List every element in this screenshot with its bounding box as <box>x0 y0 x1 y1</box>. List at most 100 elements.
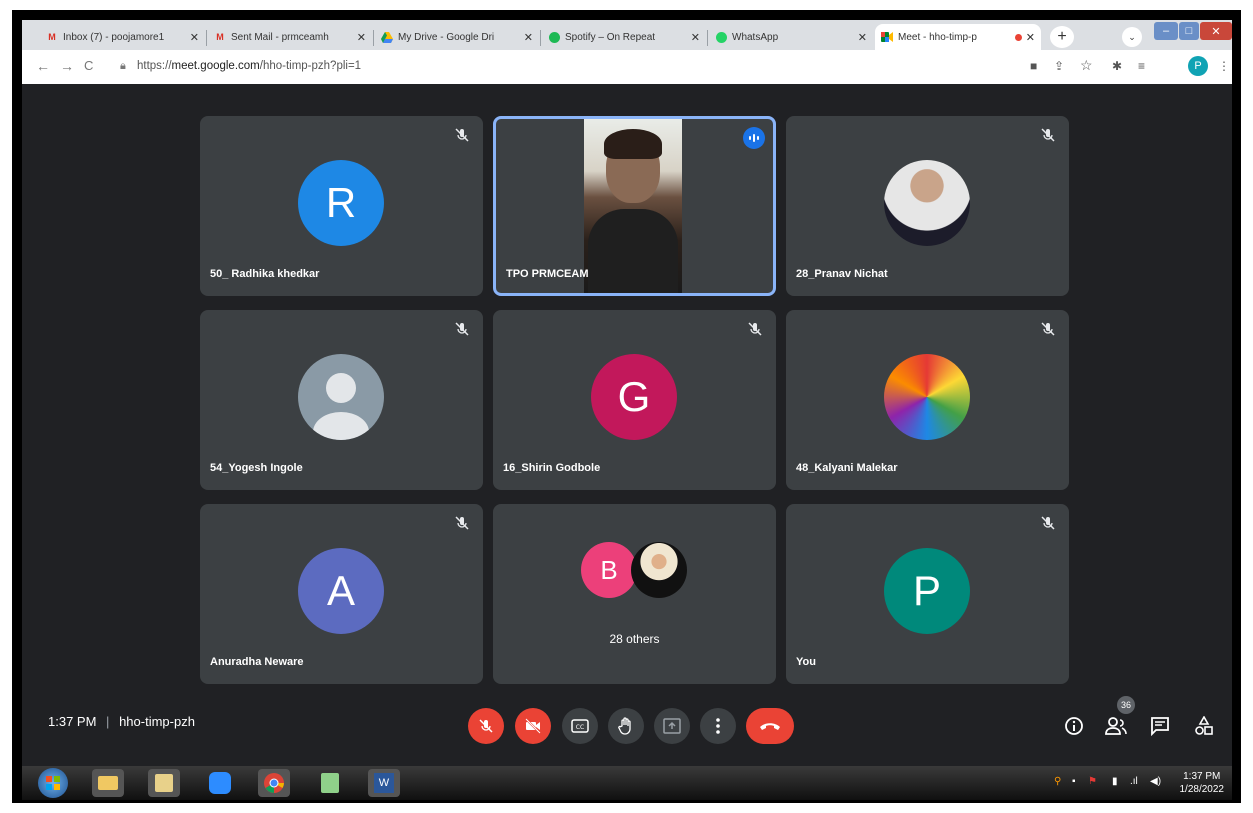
present-screen-button[interactable] <box>654 708 690 744</box>
taskbar-app[interactable]: W <box>368 769 400 797</box>
tab-my-drive[interactable]: My Drive - Google Dri ✕ <box>375 24 539 50</box>
volume-icon[interactable]: ◀) <box>1150 776 1161 787</box>
gmail-icon: M <box>48 32 56 42</box>
participant-name: TPO PRMCEAM <box>506 268 589 280</box>
divider: | <box>106 714 110 729</box>
url-domain: meet.google.com <box>171 60 260 72</box>
folder-icon <box>98 776 118 790</box>
tab-sent-mail[interactable]: M Sent Mail - prmceamh ✕ <box>208 24 372 50</box>
close-icon[interactable]: ✕ <box>1026 31 1035 44</box>
others-tile[interactable]: B 28 others <box>493 504 776 684</box>
extensions-icon[interactable]: ✱ <box>1112 59 1122 73</box>
taskbar-app[interactable] <box>148 769 180 797</box>
meeting-time: 1:37 PM <box>48 714 97 729</box>
gmail-icon: M <box>216 32 224 42</box>
participant-tile[interactable]: G 16_Shirin Godbole <box>493 310 776 490</box>
url-path: /hho-timp-pzh?pli=1 <box>259 60 362 72</box>
reload-icon[interactable]: C <box>84 58 93 73</box>
tab-whatsapp[interactable]: WhatsApp ✕ <box>709 24 873 50</box>
window-close-button[interactable]: ✕ <box>1200 22 1232 40</box>
zoom-icon <box>209 772 231 794</box>
camera-toggle-button[interactable] <box>515 708 551 744</box>
chat-button[interactable] <box>1148 714 1172 738</box>
tab-label: Meet - hho-timp-p <box>898 31 977 43</box>
tab-label: Sent Mail - prmceamh <box>231 31 329 43</box>
participant-tile[interactable]: 28_Pranav Nichat <box>786 116 1069 296</box>
clock-time: 1:37 PM <box>1183 771 1221 782</box>
avatar: R <box>298 160 384 246</box>
file-explorer-icon <box>155 774 173 792</box>
participant-video <box>584 119 682 293</box>
browser-toolbar: ← → C 🔒︎ https://meet.google.com/hho-tim… <box>22 50 1232 85</box>
whatsapp-icon <box>715 31 727 43</box>
tab-meet[interactable]: Meet - hho-timp-p ✕ <box>875 24 1041 50</box>
system-clock[interactable]: 1:37 PM 1/28/2022 <box>1180 770 1225 796</box>
tab-label: Inbox (7) - poojamore1 <box>63 31 165 43</box>
close-icon: ✕ <box>1211 25 1221 38</box>
tab-label: My Drive - Google Dri <box>398 31 495 43</box>
activities-button[interactable] <box>1192 714 1216 738</box>
network-tray-icon[interactable]: ▪ <box>1072 776 1076 787</box>
close-icon[interactable]: ✕ <box>858 31 867 44</box>
leave-call-button[interactable] <box>746 708 794 744</box>
menu-icon[interactable]: ⋮ <box>1218 59 1230 73</box>
participant-tile-speaking[interactable]: TPO PRMCEAM <box>493 116 776 296</box>
mic-off-icon <box>1039 126 1057 144</box>
maximize-button[interactable]: □ <box>1179 22 1199 40</box>
tab-label: WhatsApp <box>732 31 779 43</box>
bookmark-star-icon[interactable]: ☆ <box>1080 57 1093 74</box>
tab-search-button[interactable]: ⌄ <box>1122 27 1142 47</box>
participant-name: You <box>796 656 816 668</box>
close-icon[interactable]: ✕ <box>524 31 533 44</box>
participant-tile[interactable]: 48_Kalyani Malekar <box>786 310 1069 490</box>
start-button[interactable] <box>38 768 68 798</box>
minimize-button[interactable]: – <box>1154 22 1178 40</box>
default-avatar-icon <box>298 354 384 440</box>
word-icon: W <box>374 773 394 793</box>
new-tab-button[interactable]: + <box>1050 26 1074 48</box>
person-hair <box>604 129 662 159</box>
captions-button[interactable]: CC <box>562 708 598 744</box>
more-vert-icon <box>716 718 720 734</box>
participant-name: 50_ Radhika khedkar <box>210 268 320 280</box>
close-icon[interactable]: ✕ <box>190 31 199 44</box>
taskbar-app[interactable] <box>92 769 124 797</box>
taskbar-app[interactable] <box>258 769 290 797</box>
flag-icon[interactable]: ⚑ <box>1088 776 1097 787</box>
close-icon[interactable]: ✕ <box>357 31 366 44</box>
close-icon[interactable]: ✕ <box>691 31 700 44</box>
participant-name: Anuradha Neware <box>210 656 304 668</box>
signal-icon[interactable]: .ıl <box>1130 776 1138 787</box>
participant-tile-self[interactable]: P You <box>786 504 1069 684</box>
share-icon[interactable]: ⇪ <box>1054 59 1064 73</box>
maximize-icon: □ <box>1185 25 1193 37</box>
meeting-details: 1:37 PM | hho-timp-pzh <box>48 714 195 729</box>
battery-icon[interactable]: ▮ <box>1112 776 1118 787</box>
browser-tab-strip: M Inbox (7) - poojamore1 ✕ M Sent Mail -… <box>22 20 1232 50</box>
participant-tile[interactable]: R 50_ Radhika khedkar <box>200 116 483 296</box>
raise-hand-button[interactable] <box>608 708 644 744</box>
more-options-button[interactable] <box>700 708 736 744</box>
reading-list-icon[interactable]: ≡ <box>1138 59 1145 73</box>
forward-icon[interactable]: → <box>60 58 74 74</box>
windows-logo-icon <box>46 776 60 790</box>
back-icon[interactable]: ← <box>36 58 50 74</box>
participant-tile[interactable]: A Anuradha Neware <box>200 504 483 684</box>
people-icon <box>1105 717 1127 735</box>
tab-inbox[interactable]: M Inbox (7) - poojamore1 ✕ <box>40 24 205 50</box>
meet-stage: R 50_ Radhika khedkar TPO PRMCEAM 28_Pra… <box>22 84 1232 766</box>
microphone-toggle-button[interactable] <box>468 708 504 744</box>
taskbar-app[interactable] <box>204 769 236 797</box>
info-icon <box>1065 717 1083 735</box>
hand-icon <box>618 717 631 735</box>
search-icon[interactable]: ⚲ <box>1054 776 1061 787</box>
tab-spotify[interactable]: Spotify – On Repeat ✕ <box>542 24 706 50</box>
people-button[interactable] <box>1104 714 1128 738</box>
participant-tile[interactable]: 54_Yogesh Ingole <box>200 310 483 490</box>
camera-icon[interactable]: ■ <box>1030 59 1037 73</box>
taskbar-app[interactable] <box>314 769 346 797</box>
meeting-details-button[interactable] <box>1062 714 1086 738</box>
address-bar[interactable]: https://meet.google.com/hho-timp-pzh?pli… <box>137 60 361 72</box>
chat-icon <box>1151 717 1169 736</box>
profile-avatar[interactable]: P <box>1188 56 1208 76</box>
